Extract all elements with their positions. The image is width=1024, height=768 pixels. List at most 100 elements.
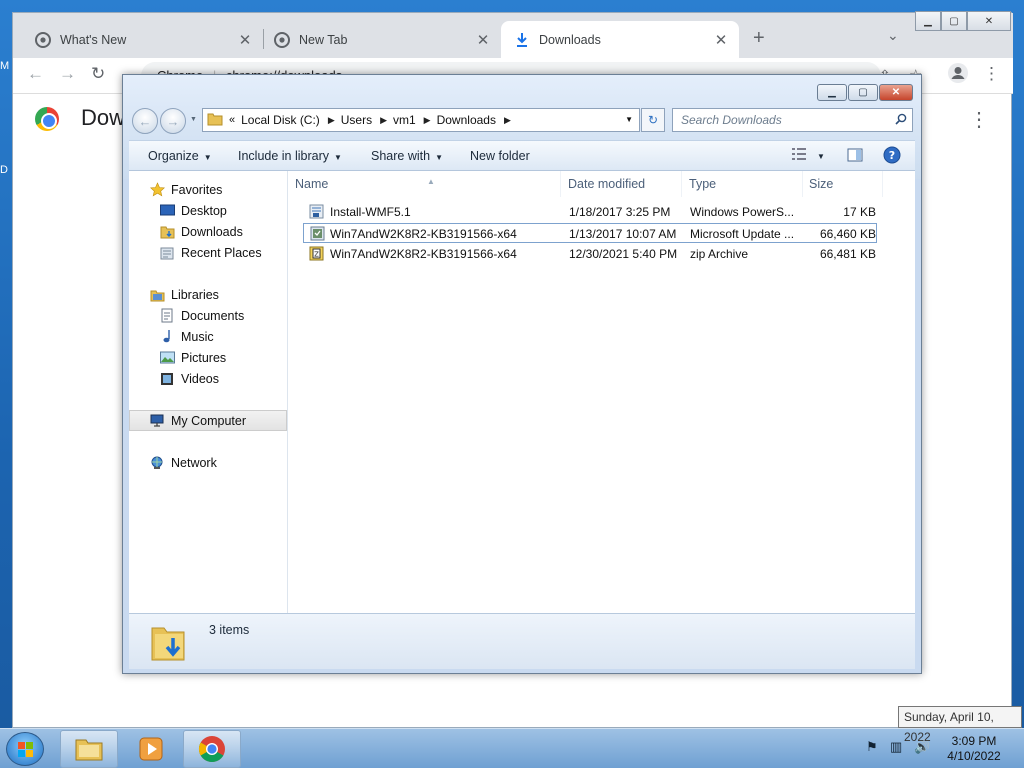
action-center-icon[interactable]: ⚑	[866, 739, 878, 755]
desktop-icon	[159, 203, 175, 219]
nav-label: Network	[171, 455, 217, 470]
star-icon	[149, 182, 165, 198]
refresh-button[interactable]: ↻	[641, 108, 665, 132]
nav-documents[interactable]: Documents	[129, 305, 287, 326]
nav-desktop[interactable]: Desktop	[129, 200, 287, 221]
page-menu-kebab-icon[interactable]: ⋮	[969, 107, 989, 132]
organize-button[interactable]: Organize ▼	[148, 149, 212, 163]
file-name: Install-WMF5.1	[330, 205, 411, 219]
breadcrumb-separator-icon[interactable]: ▶	[424, 115, 431, 126]
file-row[interactable]: Install-WMF5.1 1/18/2017 3:25 PM Windows…	[303, 202, 877, 222]
help-icon[interactable]: ?	[883, 146, 901, 167]
breadcrumb-item[interactable]: vm1	[393, 113, 416, 127]
taskbar-chrome-button[interactable]	[183, 730, 241, 768]
nav-network[interactable]: Network	[129, 452, 287, 473]
close-tab-icon[interactable]: ✕	[713, 31, 729, 49]
nav-label: Videos	[181, 371, 219, 386]
taskbar-media-player-button[interactable]	[122, 730, 180, 768]
nav-my-computer[interactable]: My Computer	[129, 410, 287, 431]
explorer-maximize-button[interactable]: ▢	[848, 84, 878, 101]
close-tab-icon[interactable]: ✕	[475, 31, 491, 49]
nav-label: Libraries	[171, 287, 219, 302]
nav-music[interactable]: Music	[129, 326, 287, 347]
nav-buttons: ← → ▼	[132, 108, 197, 134]
profile-icon[interactable]	[947, 62, 969, 89]
explorer-window: ▁ ▢ ✕ ← → ▼ « Local Disk (C:) ▶ Users ▶ …	[122, 74, 922, 674]
reload-icon[interactable]: ↻	[91, 64, 105, 84]
content-area: Favorites Desktop Downloads Recent Place…	[129, 171, 915, 613]
column-header-type[interactable]: Type	[683, 171, 803, 197]
network-tray-icon[interactable]: ▥	[890, 739, 902, 755]
forward-icon[interactable]: →	[59, 64, 76, 84]
recent-pages-dropdown-icon[interactable]: ▼	[190, 116, 197, 123]
file-date: 1/18/2017 3:25 PM	[569, 205, 671, 219]
nav-downloads[interactable]: Downloads	[129, 221, 287, 242]
update-package-icon	[310, 226, 325, 241]
preview-pane-icon[interactable]	[847, 147, 863, 166]
menu-kebab-icon[interactable]: ⋮	[983, 64, 1000, 84]
close-tab-icon[interactable]: ✕	[237, 31, 253, 49]
explorer-close-button[interactable]: ✕	[879, 84, 913, 101]
desktop-icon-label: D	[0, 164, 8, 176]
breadcrumb-separator-icon[interactable]: ▶	[328, 115, 335, 126]
breadcrumb-item[interactable]: Users	[341, 113, 372, 127]
address-bar[interactable]: « Local Disk (C:) ▶ Users ▶ vm1 ▶ Downlo…	[202, 108, 640, 132]
nav-label: Downloads	[181, 224, 243, 239]
folder-icon	[207, 112, 223, 129]
nav-label: Favorites	[171, 182, 223, 197]
column-header-size[interactable]: Size	[803, 171, 883, 197]
back-icon[interactable]: ←	[27, 64, 44, 84]
file-type: zip Archive	[690, 247, 749, 261]
maximize-button[interactable]: ▢	[941, 11, 967, 31]
minimize-button[interactable]: ▁	[915, 11, 941, 31]
downloads-folder-large-icon	[151, 627, 185, 661]
nav-label: Music	[181, 329, 214, 344]
column-name-label: Name	[295, 177, 329, 191]
nav-recent-places[interactable]: Recent Places	[129, 242, 287, 263]
item-count: 3 items	[209, 623, 250, 637]
share-with-button[interactable]: Share with ▼	[371, 149, 443, 163]
tab-label: Downloads	[539, 33, 601, 47]
taskbar-explorer-button[interactable]	[60, 730, 118, 768]
start-button[interactable]	[6, 732, 44, 766]
tab-whats-new[interactable]: What's New ✕	[13, 21, 263, 59]
nav-libraries[interactable]: Libraries	[129, 284, 287, 305]
videos-icon	[159, 371, 175, 387]
breadcrumb-overflow-icon[interactable]: «	[229, 114, 235, 126]
folder-icon	[75, 739, 103, 761]
music-icon	[159, 329, 175, 345]
command-bar: Organize ▼ Include in library ▼ Share with…	[129, 140, 915, 171]
new-folder-button[interactable]: New folder	[470, 149, 530, 163]
nav-favorites[interactable]: Favorites	[129, 179, 287, 200]
breadcrumb-item[interactable]: Local Disk (C:)	[241, 113, 320, 127]
tab-downloads[interactable]: Downloads ✕	[501, 21, 739, 59]
address-dropdown-icon[interactable]: ▼	[625, 115, 633, 124]
breadcrumb-separator-icon[interactable]: ▶	[380, 115, 387, 126]
taskbar-clock[interactable]: 3:09 PM 4/10/2022	[944, 734, 1004, 764]
nav-pictures[interactable]: Pictures	[129, 347, 287, 368]
close-button[interactable]: ✕	[967, 11, 1011, 31]
view-options-icon[interactable]	[791, 147, 807, 164]
view-dropdown-icon[interactable]: ▼	[817, 152, 825, 161]
file-size: 66,481 KB	[819, 247, 876, 261]
column-header-name[interactable]: Name ▲	[289, 171, 561, 197]
forward-button[interactable]: →	[160, 108, 186, 134]
tab-new-tab[interactable]: New Tab ✕	[263, 21, 501, 59]
include-in-library-button[interactable]: Include in library ▼	[238, 149, 342, 163]
file-row[interactable]: Z Win7AndW2K8R2-KB3191566-x64 12/30/2021…	[303, 244, 877, 264]
nav-videos[interactable]: Videos	[129, 368, 287, 389]
breadcrumb-item[interactable]: Downloads	[437, 113, 496, 127]
back-button[interactable]: ←	[132, 108, 158, 134]
computer-icon	[149, 413, 165, 429]
breadcrumb-separator-icon[interactable]: ▶	[504, 115, 511, 126]
file-row[interactable]: Win7AndW2K8R2-KB3191566-x64 1/13/2017 10…	[303, 223, 877, 243]
navigation-pane: Favorites Desktop Downloads Recent Place…	[129, 171, 288, 613]
tab-search-chevron-icon[interactable]: ⌄	[887, 27, 899, 44]
media-player-icon	[139, 737, 163, 761]
svg-text:Z: Z	[314, 251, 319, 259]
explorer-minimize-button[interactable]: ▁	[817, 84, 847, 101]
search-input[interactable]: Search Downloads	[672, 108, 913, 132]
nav-label: Recent Places	[181, 245, 262, 260]
column-header-date-modified[interactable]: Date modified	[562, 171, 682, 197]
new-tab-button[interactable]: +	[753, 27, 765, 50]
